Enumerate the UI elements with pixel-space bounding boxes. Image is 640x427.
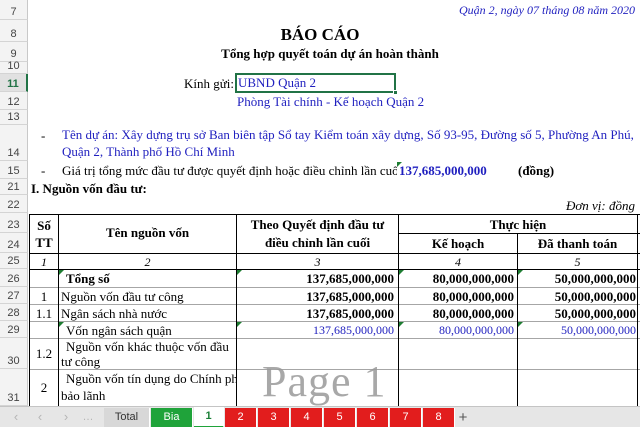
- col-header-thuc-hien: Thực hiện: [489, 217, 547, 232]
- table-row-stt: 1.1: [35, 306, 53, 321]
- col-index: 5: [574, 255, 581, 269]
- col-index: 3: [314, 255, 321, 269]
- sheet-tab-4[interactable]: 4: [291, 408, 323, 427]
- row-header[interactable]: 8: [0, 20, 28, 42]
- table-row-qd: 137,685,000,000: [306, 289, 394, 304]
- col-header-qd: điều chỉnh lần cuối: [264, 235, 371, 250]
- table-row-tt: 50,000,000,000: [554, 271, 636, 286]
- row-header[interactable]: 23: [0, 213, 28, 233]
- row-header[interactable]: 28: [0, 304, 28, 321]
- row-header[interactable]: 13: [0, 110, 28, 125]
- table-row-qd: 137,685,000,000: [313, 323, 394, 337]
- spreadsheet-grid[interactable]: 7 8 9 10 11 12 13 14 15 21 22 23 24 25 2…: [0, 0, 640, 406]
- sheet-tab-8[interactable]: 8: [423, 408, 455, 427]
- table-row-name: Nguồn vốn khác thuộc vốn đầu: [66, 339, 229, 354]
- col-index: 1: [41, 255, 47, 269]
- sheet-tab-1-active[interactable]: 1: [194, 407, 224, 427]
- table-row-kh: 80,000,000,000: [432, 306, 514, 321]
- row-header-selected[interactable]: 11: [0, 74, 28, 92]
- project-name-line-2: Quận 2, Thành phố Hồ Chí Minh: [62, 144, 235, 159]
- row-header[interactable]: 9: [0, 42, 28, 62]
- sheet-tab-6[interactable]: 6: [357, 408, 389, 427]
- recipient-2: Phòng Tài chính - Kế hoạch Quận 2: [237, 94, 425, 109]
- table-border: [29, 253, 640, 254]
- col-header-da-thanh-toan: Đã thanh toán: [537, 236, 618, 251]
- table-row-name: Nguồn vốn tín dụng do Chính phủ: [66, 371, 236, 386]
- table-border: [637, 214, 638, 406]
- sheet-tab-5[interactable]: 5: [324, 408, 356, 427]
- col-header-name: Tên nguồn vốn: [105, 225, 190, 240]
- table-row-name: Ngân sách nhà nước: [61, 306, 167, 321]
- table-row-tt: 50,000,000,000: [561, 323, 636, 337]
- col-header-stt: TT: [35, 235, 53, 250]
- sheet-tab-bar: ‹ ‹ › … Total Bia 1 2 3 4 5 6 7 8 +: [0, 406, 640, 427]
- row-header[interactable]: 31: [0, 369, 28, 406]
- row-header[interactable]: 12: [0, 92, 28, 110]
- col-header-stt: Số: [37, 218, 51, 233]
- table-border: [58, 214, 59, 406]
- total-investment-value: 137,685,000,000: [399, 163, 487, 178]
- row-header[interactable]: 21: [0, 179, 28, 195]
- table-row-name: Vốn ngân sách quận: [66, 323, 172, 338]
- row-header[interactable]: 30: [0, 338, 28, 369]
- unit-note: Đơn vị: đồng: [565, 198, 635, 213]
- row-header[interactable]: 7: [0, 0, 28, 20]
- col-header-ke-hoach: Kế hoạch: [431, 236, 485, 251]
- table-row-kh: 80,000,000,000: [432, 271, 514, 286]
- row-header[interactable]: 27: [0, 287, 28, 304]
- table-border: [29, 287, 640, 288]
- sheet-tab-3[interactable]: 3: [258, 408, 290, 427]
- sheet-tab-total[interactable]: Total: [104, 408, 150, 427]
- date-line: Quận 2, ngày 07 tháng 08 năm 2020: [459, 3, 635, 17]
- table-row-name: bảo lãnh: [61, 388, 106, 403]
- page-watermark: Page 1: [262, 357, 387, 406]
- row-header[interactable]: 15: [0, 161, 28, 179]
- bullet-dash: -: [41, 128, 46, 143]
- row-header[interactable]: 14: [0, 125, 28, 161]
- section-title: I. Nguồn vốn đầu tư:: [31, 181, 147, 196]
- total-investment-unit: (đồng): [518, 163, 555, 178]
- project-name-line-1: Tên dự án: Xây dựng trụ sở Ban biên tập …: [62, 127, 634, 142]
- kinh-gui-label: Kính gửi:: [183, 76, 234, 91]
- col-header-qd: Theo Quyết định đầu tư: [250, 217, 385, 232]
- table-row-kh: 80,000,000,000: [432, 289, 514, 304]
- comment-indicator-icon: [59, 270, 64, 275]
- table-row-name: Nguồn vốn đầu tư công: [61, 289, 184, 304]
- table-border: [398, 233, 640, 234]
- table-row-name: Tổng số: [66, 271, 110, 286]
- row-header[interactable]: 29: [0, 321, 28, 338]
- scroll-prev-sheet-icon[interactable]: ‹: [32, 409, 48, 425]
- report-title: BÁO CÁO: [280, 25, 360, 44]
- table-row-qd: 137,685,000,000: [306, 271, 394, 286]
- table-row-tt: 50,000,000,000: [554, 306, 636, 321]
- total-investment-label: Giá trị tổng mức đầu tư được quyết định …: [62, 163, 397, 178]
- bullet-dash: -: [41, 163, 46, 178]
- scroll-first-sheet-icon[interactable]: ‹: [8, 409, 24, 425]
- table-row-qd: 137,685,000,000: [306, 306, 394, 321]
- row-header[interactable]: 25: [0, 253, 28, 269]
- table-border: [29, 214, 640, 215]
- report-subtitle: Tổng hợp quyết toán dự án hoàn thành: [221, 46, 439, 61]
- table-row-kh: 80,000,000,000: [439, 323, 514, 337]
- table-row-stt: 1.2: [35, 346, 53, 361]
- row-header[interactable]: 22: [0, 195, 28, 213]
- table-row-stt: 1: [40, 289, 48, 304]
- table-row-name: tư công: [61, 354, 101, 369]
- row-header[interactable]: 24: [0, 233, 28, 253]
- table-row-tt: 50,000,000,000: [554, 289, 636, 304]
- comment-indicator-icon: [59, 322, 64, 327]
- row-header[interactable]: 26: [0, 269, 28, 287]
- sheet-tab-bia[interactable]: Bia: [151, 408, 193, 427]
- table-row-stt: 2: [40, 380, 48, 395]
- sheet-tab-2[interactable]: 2: [225, 408, 257, 427]
- row-header[interactable]: 10: [0, 60, 28, 74]
- more-sheets-icon[interactable]: …: [80, 409, 96, 425]
- sheet-tab-7[interactable]: 7: [390, 408, 422, 427]
- add-sheet-button[interactable]: +: [455, 408, 471, 427]
- selected-cell-recipient[interactable]: UBND Quận 2: [235, 73, 396, 93]
- col-index: 2: [144, 255, 151, 269]
- scroll-next-sheet-icon[interactable]: ›: [58, 409, 74, 425]
- col-index: 4: [455, 255, 461, 269]
